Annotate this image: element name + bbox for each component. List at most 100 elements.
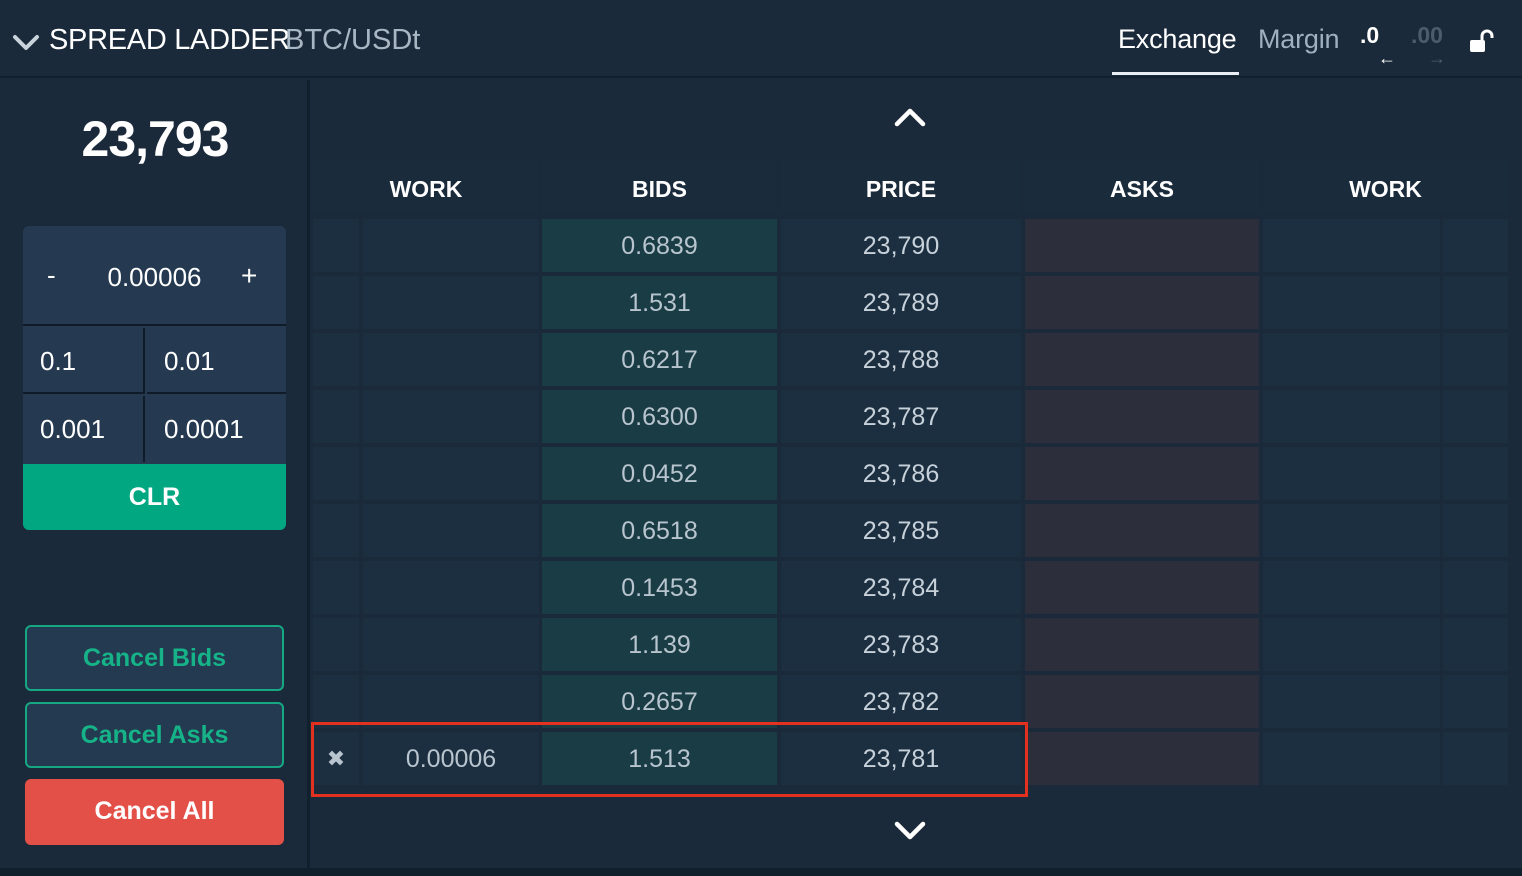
tab-exchange[interactable]: Exchange <box>1118 24 1237 55</box>
cancel-ask-cell[interactable] <box>1443 276 1508 329</box>
work-ask-cell[interactable] <box>1263 618 1440 671</box>
bid-size-cell[interactable]: 0.2657 <box>542 675 777 728</box>
price-cell: 23,787 <box>781 390 1021 443</box>
cancel-ask-cell[interactable] <box>1443 390 1508 443</box>
cancel-ask-cell[interactable] <box>1443 561 1508 614</box>
ask-size-cell[interactable] <box>1025 219 1259 272</box>
bid-size-cell[interactable]: 0.6300 <box>542 390 777 443</box>
ask-size-cell[interactable] <box>1025 561 1259 614</box>
pair-label: BTC/USDt <box>285 24 421 56</box>
scroll-up-icon[interactable] <box>893 106 927 128</box>
column-header-work-bids: WORK <box>313 160 539 214</box>
bid-size-cell[interactable]: 1.139 <box>542 618 777 671</box>
chevron-down-icon[interactable] <box>12 30 40 54</box>
work-ask-cell[interactable] <box>1263 447 1440 500</box>
work-bid-cell[interactable] <box>363 219 539 272</box>
work-ask-cell[interactable] <box>1263 219 1440 272</box>
increment-0.001-button[interactable]: 0.001 <box>23 396 145 462</box>
cancel-order-cell[interactable] <box>313 333 359 386</box>
cancel-ask-cell[interactable] <box>1443 333 1508 386</box>
arrow-left-icon: ← <box>1378 48 1396 68</box>
price-cell: 23,785 <box>781 504 1021 557</box>
cancel-ask-cell[interactable] <box>1443 618 1508 671</box>
ask-size-cell[interactable] <box>1025 276 1259 329</box>
ask-size-cell[interactable] <box>1025 447 1259 500</box>
cancel-order-cell[interactable] <box>313 276 359 329</box>
highlighted-order-row <box>311 722 1028 797</box>
price-cell: 23,782 <box>781 675 1021 728</box>
work-ask-cell[interactable] <box>1263 732 1440 785</box>
price-cell: 23,784 <box>781 561 1021 614</box>
ask-size-cell[interactable] <box>1025 504 1259 557</box>
unlock-icon[interactable] <box>1468 28 1494 54</box>
increment-0.0001-button[interactable]: 0.0001 <box>147 396 286 462</box>
cancel-order-cell[interactable] <box>313 390 359 443</box>
quantity-stepper: 0.00006 - + 0.1 0.01 0.001 0.0001 <box>23 226 286 464</box>
price-cell: 23,790 <box>781 219 1021 272</box>
clear-button[interactable]: CLR <box>23 464 286 530</box>
cancel-ask-cell[interactable] <box>1443 732 1508 785</box>
widget-title: SPREAD LADDER <box>49 24 291 56</box>
tab-margin[interactable]: Margin <box>1258 24 1340 55</box>
decrease-precision-button[interactable]: .0 <box>1360 22 1379 49</box>
work-ask-cell[interactable] <box>1263 390 1440 443</box>
cancel-order-cell[interactable] <box>313 561 359 614</box>
cancel-all-button[interactable]: Cancel All <box>25 779 284 845</box>
column-header-price: PRICE <box>781 160 1021 214</box>
column-header-bids: BIDS <box>542 160 777 214</box>
price-cell: 23,788 <box>781 333 1021 386</box>
work-ask-cell[interactable] <box>1263 333 1440 386</box>
work-bid-cell[interactable] <box>363 618 539 671</box>
last-price: 23,793 <box>81 111 230 167</box>
quantity-row: 0.00006 - + <box>23 226 286 326</box>
work-ask-cell[interactable] <box>1263 675 1440 728</box>
bottom-border <box>0 868 1522 876</box>
cancel-ask-cell[interactable] <box>1443 504 1508 557</box>
cancel-order-cell[interactable] <box>313 675 359 728</box>
ask-size-cell[interactable] <box>1025 390 1259 443</box>
increment-0.01-button[interactable]: 0.01 <box>147 328 286 394</box>
widget-header: SPREAD LADDER BTC/USDt Exchange Margin .… <box>0 0 1522 78</box>
column-header-work-asks: WORK <box>1263 160 1508 214</box>
cancel-order-cell[interactable] <box>313 618 359 671</box>
increment-0.1-button[interactable]: 0.1 <box>23 328 145 394</box>
bid-size-cell[interactable]: 0.6839 <box>542 219 777 272</box>
work-bid-cell[interactable] <box>363 390 539 443</box>
cancel-ask-cell[interactable] <box>1443 675 1508 728</box>
cancel-asks-button[interactable]: Cancel Asks <box>25 702 284 768</box>
cancel-order-cell[interactable] <box>313 447 359 500</box>
bid-size-cell[interactable]: 0.6518 <box>542 504 777 557</box>
cancel-ask-cell[interactable] <box>1443 447 1508 500</box>
cancel-order-cell[interactable] <box>313 219 359 272</box>
work-ask-cell[interactable] <box>1263 561 1440 614</box>
work-ask-cell[interactable] <box>1263 504 1440 557</box>
cancel-bids-button[interactable]: Cancel Bids <box>25 625 284 691</box>
column-header-asks: ASKS <box>1025 160 1259 214</box>
ask-size-cell[interactable] <box>1025 333 1259 386</box>
scroll-down-icon[interactable] <box>893 820 927 842</box>
ask-size-cell[interactable] <box>1025 732 1259 785</box>
cancel-order-cell[interactable] <box>313 504 359 557</box>
decrement-button[interactable]: - <box>47 260 56 291</box>
bid-size-cell[interactable]: 0.6217 <box>542 333 777 386</box>
work-bid-cell[interactable] <box>363 276 539 329</box>
cancel-ask-cell[interactable] <box>1443 219 1508 272</box>
increase-precision-button[interactable]: .00 <box>1411 22 1443 49</box>
work-ask-cell[interactable] <box>1263 276 1440 329</box>
price-cell: 23,783 <box>781 618 1021 671</box>
work-bid-cell[interactable] <box>363 333 539 386</box>
ask-size-cell[interactable] <box>1025 618 1259 671</box>
work-bid-cell[interactable] <box>363 561 539 614</box>
active-tab-indicator <box>1112 72 1239 75</box>
work-bid-cell[interactable] <box>363 447 539 500</box>
work-bid-cell[interactable] <box>363 675 539 728</box>
work-bid-cell[interactable] <box>363 504 539 557</box>
bid-size-cell[interactable]: 0.0452 <box>542 447 777 500</box>
increment-button[interactable]: + <box>241 260 257 292</box>
order-entry-panel: 23,793 0.00006 - + 0.1 0.01 0.001 0.0001… <box>0 80 310 876</box>
price-cell: 23,789 <box>781 276 1021 329</box>
ask-size-cell[interactable] <box>1025 675 1259 728</box>
bid-size-cell[interactable]: 0.1453 <box>542 561 777 614</box>
price-cell: 23,786 <box>781 447 1021 500</box>
bid-size-cell[interactable]: 1.531 <box>542 276 777 329</box>
